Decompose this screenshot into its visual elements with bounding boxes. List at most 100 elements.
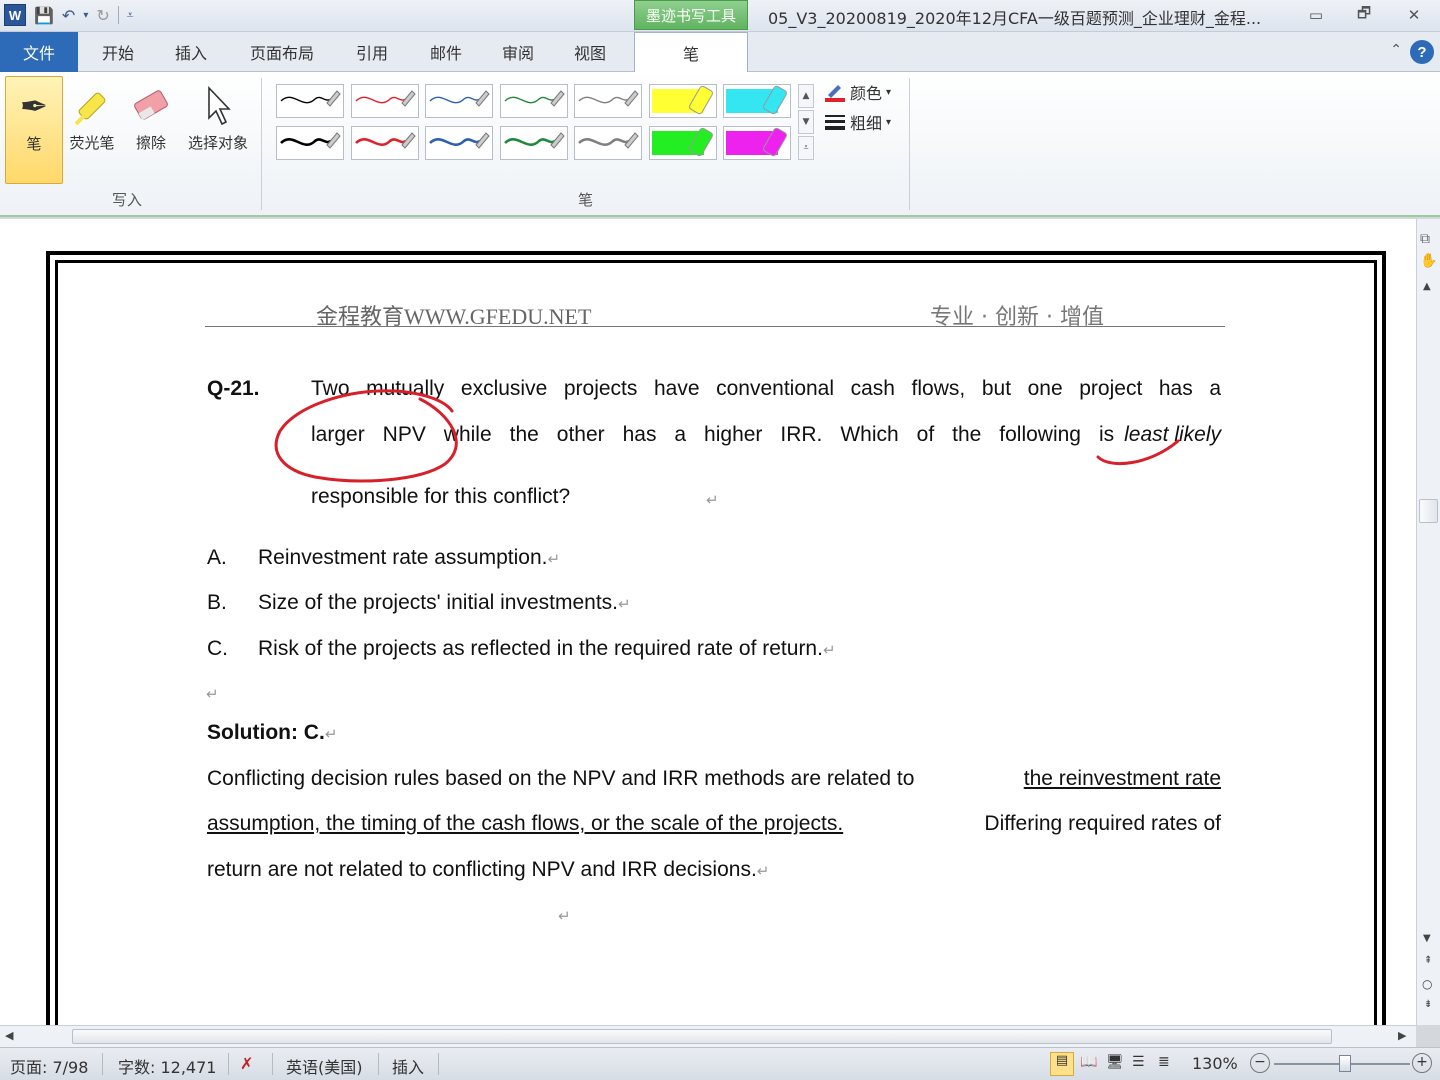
- word-app-icon[interactable]: W: [4, 4, 26, 26]
- pen-weight-label: 粗细: [850, 114, 883, 133]
- select-objects-button-label: 选择对象: [187, 134, 248, 152]
- pen-button[interactable]: ✒ 笔: [5, 76, 63, 184]
- ink-underline-stroke[interactable]: [1096, 439, 1180, 465]
- redo-icon[interactable]: ↻: [96, 6, 109, 25]
- document-title: 05_V3_20200819_2020年12月CFA一级百题预测_企业理财_金程…: [768, 9, 1262, 28]
- zoom-level[interactable]: 130%: [1192, 1054, 1238, 1073]
- previous-page-icon[interactable]: ⇞: [1424, 955, 1432, 966]
- horizontal-scrollbar[interactable]: ◀ ▶: [0, 1025, 1416, 1047]
- proofing-error-icon[interactable]: ✗: [240, 1054, 253, 1073]
- pen-swatch[interactable]: [425, 126, 493, 160]
- ink-circle-stroke[interactable]: [274, 389, 458, 483]
- highlighter-button-label: 荧光笔: [69, 134, 115, 152]
- pen-swatch[interactable]: [499, 84, 568, 118]
- chevron-down-icon: ▾: [886, 116, 892, 128]
- ruler-toggle-icon[interactable]: ⧉: [1420, 231, 1430, 247]
- undo-icon[interactable]: ↶: [62, 6, 75, 25]
- quick-access-toolbar: W 💾 ↶ ▾ ↻ ⩡: [4, 4, 134, 26]
- pen-swatch[interactable]: [276, 84, 344, 118]
- print-layout-view-icon[interactable]: ▤: [1050, 1052, 1074, 1076]
- pen-swatch[interactable]: [723, 84, 791, 118]
- scroll-left-icon[interactable]: ◀: [5, 1029, 13, 1042]
- status-separator: [228, 1053, 229, 1075]
- tab-review[interactable]: 审阅: [490, 32, 546, 72]
- document-area[interactable]: 金程教育WWW.GFEDU.NET 专业 · 创新 · 增值 Q-21. Two…: [0, 219, 1416, 1025]
- status-separator: [102, 1053, 103, 1075]
- horizontal-scroll-thumb[interactable]: [72, 1029, 1332, 1044]
- outline-view-icon[interactable]: ☰: [1132, 1054, 1145, 1070]
- ink-annotations[interactable]: [0, 219, 1416, 1025]
- group-separator: [909, 78, 910, 210]
- title-bar: W 💾 ↶ ▾ ↻ ⩡ 墨迹书写工具 05_V3_20200819_2020年1…: [0, 0, 1440, 32]
- save-icon[interactable]: 💾: [34, 6, 54, 25]
- pen-swatch[interactable]: [574, 126, 642, 160]
- pen-swatch[interactable]: [499, 126, 568, 160]
- minimize-button[interactable]: ▭: [1298, 4, 1334, 26]
- language-indicator[interactable]: 英语(美国): [286, 1054, 363, 1078]
- pen-swatch[interactable]: [648, 84, 717, 118]
- pen-weight-button[interactable]: 粗细 ▾: [824, 110, 891, 134]
- vertical-scrollbar[interactable]: ⧉ ✋ ▲ ▼ ⇞ ○ ⇟: [1416, 219, 1440, 1025]
- tab-view[interactable]: 视图: [562, 32, 618, 72]
- pen-button-label: 笔: [26, 135, 42, 153]
- pen-color-button[interactable]: 颜色 ▾: [824, 80, 891, 104]
- status-separator: [438, 1053, 439, 1075]
- pen-swatch[interactable]: [648, 126, 717, 160]
- browse-object-icon[interactable]: ○: [1422, 977, 1432, 991]
- gallery-down-icon[interactable]: ▼: [798, 110, 814, 134]
- pen-color-label: 颜色: [850, 84, 883, 103]
- pens-group-label: 笔: [578, 191, 594, 209]
- highlighter-icon: [70, 80, 114, 132]
- pen-swatch[interactable]: [425, 84, 493, 118]
- ribbon-tabs: 文件 开始 插入 页面布局 引用 邮件 审阅 视图 笔 ⌃ ?: [0, 32, 1440, 73]
- undo-dropdown-icon[interactable]: ▾: [83, 10, 88, 21]
- full-screen-reading-icon[interactable]: 📖: [1080, 1054, 1097, 1070]
- gallery-up-icon[interactable]: ▲: [798, 84, 814, 108]
- tab-home[interactable]: 开始: [90, 32, 146, 72]
- draft-view-icon[interactable]: ≣: [1158, 1054, 1170, 1070]
- status-separator: [272, 1053, 273, 1075]
- help-icon[interactable]: ?: [1410, 40, 1434, 64]
- tab-pen[interactable]: 笔: [634, 32, 748, 73]
- pen-swatch[interactable]: [276, 126, 344, 160]
- page-count[interactable]: 页面: 7/98: [10, 1054, 88, 1078]
- collapse-ribbon-icon[interactable]: ⌃: [1390, 42, 1402, 58]
- highlighter-button[interactable]: 荧光笔: [66, 76, 118, 184]
- pen-swatch[interactable]: [723, 126, 791, 160]
- line-weight-icon: [825, 115, 845, 130]
- eraser-button[interactable]: 擦除: [124, 76, 178, 184]
- write-group-label: 写入: [112, 191, 143, 209]
- tab-mailings[interactable]: 邮件: [418, 32, 474, 72]
- pen-swatch[interactable]: [350, 84, 419, 118]
- gallery-more-icon[interactable]: ⩡: [798, 136, 814, 160]
- scroll-down-icon[interactable]: ▼: [1423, 933, 1431, 944]
- eraser-icon: [128, 80, 174, 132]
- chevron-down-icon: ▾: [886, 86, 892, 98]
- zoom-out-icon[interactable]: −: [1250, 1053, 1270, 1073]
- status-separator: [378, 1053, 379, 1075]
- restore-button[interactable]: 🗗: [1346, 4, 1382, 26]
- close-button[interactable]: ✕: [1396, 4, 1432, 26]
- scroll-up-icon[interactable]: ▲: [1423, 281, 1431, 292]
- next-page-icon[interactable]: ⇟: [1424, 999, 1432, 1010]
- eraser-button-label: 擦除: [135, 134, 166, 152]
- customize-qat-icon[interactable]: ⩡: [127, 8, 134, 23]
- tab-page-layout[interactable]: 页面布局: [238, 32, 326, 72]
- vertical-scroll-thumb[interactable]: [1419, 499, 1438, 523]
- tab-references[interactable]: 引用: [344, 32, 400, 72]
- tab-insert[interactable]: 插入: [162, 32, 220, 72]
- scroll-right-icon[interactable]: ▶: [1398, 1029, 1406, 1042]
- web-layout-icon[interactable]: 🖥: [1106, 1054, 1124, 1070]
- pan-hand-icon[interactable]: ✋: [1420, 253, 1437, 269]
- tab-file[interactable]: 文件: [0, 32, 78, 72]
- word-count[interactable]: 字数: 12,471: [118, 1054, 216, 1078]
- pen-swatch[interactable]: [350, 126, 419, 160]
- zoom-in-icon[interactable]: +: [1412, 1053, 1432, 1073]
- pen-swatch[interactable]: [574, 84, 642, 118]
- ink-tools-context-label: 墨迹书写工具: [634, 0, 748, 30]
- pen-icon: ✒: [19, 87, 49, 127]
- insert-mode-indicator[interactable]: 插入: [392, 1054, 424, 1078]
- zoom-slider-thumb[interactable]: [1339, 1055, 1351, 1072]
- select-objects-button[interactable]: 选择对象: [182, 76, 254, 184]
- cursor-icon: [201, 80, 235, 132]
